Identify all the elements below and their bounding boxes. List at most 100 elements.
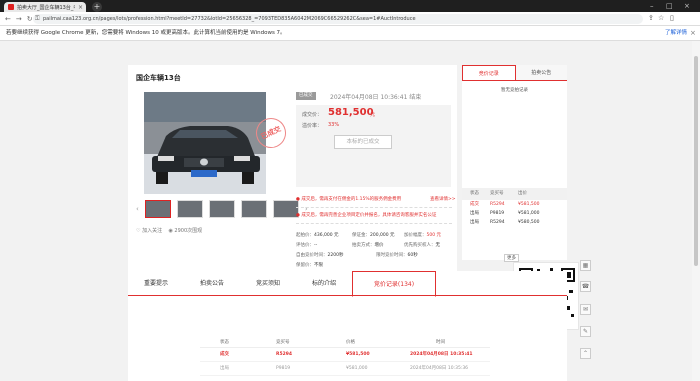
price-unit: 元	[370, 112, 376, 118]
table-row: 出局 P9819 ¥581,000	[470, 211, 540, 216]
tab-bid-records[interactable]: 竞价记录	[462, 65, 516, 80]
forward-icon[interactable]: →	[16, 15, 22, 23]
sidebar-icon[interactable]: ▯	[670, 14, 674, 22]
follow-row: ♡ 加入关注 ◉ 2900次围观	[136, 227, 202, 234]
spec-item: 加价幅度：500 元	[404, 233, 442, 238]
col-price: 价格	[346, 340, 355, 345]
table-row: 成交 R5294 ¥581,500	[470, 202, 540, 207]
table-header: 状态 竞买号 价格 时间	[200, 338, 490, 348]
spec-row: 起拍价：436,000 元 保证金：200,000 元 加价幅度：500 元	[296, 232, 452, 240]
share-icon[interactable]: ⇪	[648, 14, 654, 22]
tab-auction-notice[interactable]: 拍卖公告	[515, 65, 567, 80]
maximize-icon[interactable]: □	[666, 2, 673, 10]
sold-bid-button[interactable]: 本标的已成交	[334, 135, 392, 149]
reload-icon[interactable]: ↻	[27, 15, 33, 23]
spec-item: 起拍价：436,000 元	[296, 233, 339, 238]
thumbs-prev-icon[interactable]: ‹	[136, 205, 139, 213]
warning-icon: ●	[296, 213, 300, 218]
side-chat-icon[interactable]: ☎	[580, 281, 591, 292]
url-field[interactable]: ⚿ pailmai.caa123.org.cn/pages/lots/profe…	[33, 14, 643, 24]
scrollbar-thumb[interactable]	[694, 56, 698, 266]
commission-note: ● 成交后，需再支付在佣金的1.15%的服务佣金费用 查看详情>>	[296, 196, 456, 202]
close-tab-icon[interactable]: ×	[78, 4, 83, 11]
tab-bidding-rules[interactable]: 竞买须知	[240, 271, 296, 295]
table-row: 成交 R5294 ¥581,500 2024年04月08日 10:35:41	[200, 348, 490, 362]
spec-row: 自由竞价时间：2200秒 限时竞价时间：60秒	[296, 252, 452, 260]
warning-icon: ●	[296, 197, 300, 202]
note-divider	[296, 223, 452, 224]
lock-icon: ⚿	[35, 15, 40, 22]
final-price: 581,500	[328, 107, 374, 118]
site-favicon-icon	[8, 4, 14, 10]
page-content: 国企车辆13台 ‹ › ♡ 加入关注 ◉ 2900次围观 已成交 2024年04…	[0, 41, 700, 381]
thumbnail-5[interactable]	[272, 200, 299, 218]
premium-label: 溢价率：	[302, 123, 323, 129]
more-records-button[interactable]: 更多	[504, 254, 519, 262]
page-scrollbar[interactable]	[692, 41, 700, 381]
tab-lot-introduction[interactable]: 标的介绍	[296, 271, 352, 295]
spec-item: 拍卖方式：增价	[352, 243, 384, 248]
view-detail-link[interactable]: 查看详情>>	[430, 196, 456, 202]
address-bar-row: ← → ↻ ⚿ pailmai.caa123.org.cn/pages/lots…	[0, 12, 700, 35]
bid-record-panel: 竞价记录 拍卖公告 暂无竞拍记录 状态 竞买号 出价 成交 R5294 ¥581…	[462, 65, 567, 260]
back-to-top-icon[interactable]: ⌃	[580, 348, 591, 359]
view-count: 2900次围观	[174, 228, 203, 234]
window-close-icon[interactable]: ×	[684, 2, 690, 10]
heart-icon[interactable]: ♡	[136, 228, 140, 234]
photo-thumbnails: ‹ ›	[136, 200, 308, 218]
commission-note-text: 成交后，需再支付在佣金的1.15%的服务佣金费用	[301, 197, 402, 202]
bookmark-star-icon[interactable]: ☆	[658, 14, 664, 22]
infobar-close-icon[interactable]: ×	[690, 26, 696, 41]
side-edit-icon[interactable]: ✎	[580, 326, 591, 337]
tab-auction-announcement[interactable]: 拍卖公告	[184, 271, 240, 295]
side-grid-icon[interactable]: ▦	[580, 260, 591, 271]
spec-item: 保留价：不限	[296, 263, 323, 268]
infobar-message: 若要继续获得 Google Chrome 更新，您需要将 Windows 10 …	[6, 30, 286, 36]
tab-bid-history[interactable]: 竞价记录(134)	[352, 271, 436, 297]
spec-item: 保证金：200,000 元	[352, 233, 395, 238]
lot-main-photo[interactable]	[144, 92, 266, 194]
minimize-icon[interactable]: –	[650, 2, 654, 10]
end-time: 2024年04月08日 10:36:41 结束	[330, 94, 422, 101]
thumbnail-2[interactable]	[176, 200, 203, 218]
spec-row: 保留价：不限	[296, 262, 452, 270]
thumbnail-1[interactable]	[144, 200, 171, 218]
lot-main-panel: 国企车辆13台 ‹ › ♡ 加入关注 ◉ 2900次围观 已成交 2024年04…	[128, 65, 457, 298]
col-status: 状态	[470, 191, 479, 196]
back-icon[interactable]: ←	[5, 15, 11, 23]
tab-title: 拍卖大厅_国企车辆13台_中国...	[17, 4, 75, 11]
tab-important-notice[interactable]: 重要提示	[128, 271, 184, 295]
registration-note-text: 成交后，需再完善企业项目定价并报名，具体请咨询客服并实名公证	[301, 213, 437, 218]
new-tab-button[interactable]: +	[92, 2, 102, 12]
premium-rate: 33%	[328, 122, 340, 128]
status-badge: 已成交	[296, 92, 316, 100]
col-time: 时间	[436, 340, 445, 345]
url-text: pailmai.caa123.org.cn/pages/lots/profess…	[43, 16, 416, 22]
thumbnail-3[interactable]	[208, 200, 235, 218]
bid-history-table: 状态 竞买号 价格 时间 成交 R5294 ¥581,500 2024年04月0…	[200, 338, 490, 376]
browser-tab-bar: 拍卖大厅_国企车辆13台_中国... × + – □ ×	[0, 0, 700, 12]
lot-title: 国企车辆13台	[136, 74, 181, 82]
col-bidder: 竞买号	[490, 191, 504, 196]
col-bidder: 竞买号	[276, 340, 290, 345]
right-subtitle: 暂无竞拍记录	[501, 88, 528, 93]
table-header: 状态 竞买号 出价	[462, 188, 567, 200]
spec-item: 限时竞价时间：60秒	[376, 253, 418, 258]
browser-tab[interactable]: 拍卖大厅_国企车辆13台_中国... ×	[4, 2, 86, 12]
spec-item: 自由竞价时间：2200秒	[296, 253, 344, 258]
spec-item: 评估价：--	[296, 243, 318, 248]
spec-item: 优先购买权人：无	[404, 243, 440, 248]
right-bid-table: 状态 竞买号 出价 成交 R5294 ¥581,500 出局 P9819 ¥58…	[462, 188, 567, 227]
col-status: 状态	[220, 340, 229, 345]
car-photo-image	[144, 92, 266, 194]
price-box: 成交价： 581,500 元 溢价率： 33% 本标的已成交	[296, 105, 451, 187]
note-divider	[296, 207, 452, 208]
spec-row: 评估价：-- 拍卖方式：增价 优先购买权人：无	[296, 242, 452, 250]
lot-detail-section: 重要提示 拍卖公告 竞买须知 标的介绍 竞价记录(134) 状态 竞买号 价格 …	[128, 271, 567, 381]
learn-more-link[interactable]: 了解详情	[665, 26, 687, 41]
thumbnail-4[interactable]	[240, 200, 267, 218]
eye-icon: ◉	[168, 228, 173, 234]
follow-link[interactable]: 加入关注	[142, 228, 162, 234]
table-row: 出局 P9819 ¥581,000 2024年04月08日 10:35:36	[200, 362, 490, 376]
side-mail-icon[interactable]: ✉	[580, 304, 591, 315]
